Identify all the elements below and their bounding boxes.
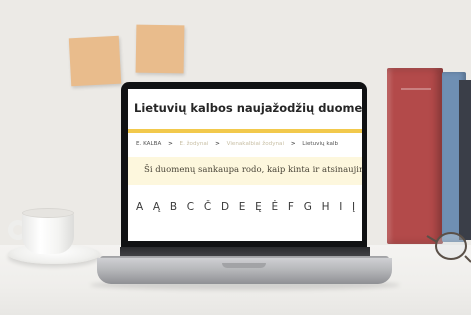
alphabet-letter-c-caron[interactable]: Č [204,201,211,213]
breadcrumb: E. KALBA > E. žodynai > Vienakalbiai žod… [136,141,338,147]
alphabet-letter-e[interactable]: E [239,201,246,213]
laptop-base [97,258,392,284]
alphabet-letter-g[interactable]: G [304,201,312,213]
page-title: Lietuvių kalbos naujažodžių duomenynas [134,101,362,115]
dark-book [459,80,471,240]
alphabet-letter-b[interactable]: B [170,201,177,213]
red-book [387,68,443,244]
alphabet-letter-i-ogonek[interactable]: Į [352,201,355,213]
alphabet-letter-e-ogonek[interactable]: Ę [255,201,262,213]
alphabet-letter-c[interactable]: C [187,201,194,213]
site-header: Lietuvių kalbos naujažodžių duomenynas [128,89,362,129]
eyeglasses-icon [426,232,471,263]
cup-rim [22,208,74,218]
alphabet-letter-f[interactable]: F [288,201,294,213]
breadcrumb-item-vienakalbiai-zodynai[interactable]: Vienakalbiai žodynai [227,141,284,147]
alphabet-index: A Ą B C Č D E Ę Ė F G H I Į Y J K L [136,201,362,213]
laptop-screen: Lietuvių kalbos naujažodžių duomenynas E… [128,89,362,241]
alphabet-letter-e-dot[interactable]: Ė [272,201,279,213]
breadcrumb-item-e-zodynai[interactable]: E. žodynai [180,141,209,147]
notice-text: Ši duomenų sankaupa rodo, kaip kinta ir … [144,165,362,175]
alphabet-letter-a-ogonek[interactable]: Ą [153,201,160,213]
breadcrumb-separator: > [215,141,220,147]
alphabet-letter-i[interactable]: I [339,201,342,213]
alphabet-letter-d[interactable]: D [221,201,229,213]
breadcrumb-separator: > [290,141,296,147]
sticky-note [68,35,122,87]
photo-scene: Lietuvių kalbos naujažodžių duomenynas E… [0,0,471,315]
alphabet-letter-h[interactable]: H [322,201,330,213]
alphabet-letter-a[interactable]: A [136,201,143,213]
coffee-cup [22,212,74,254]
breadcrumb-item-current: Lietuvių kalb [302,141,339,147]
laptop-notch [222,263,266,268]
header-accent-bar [128,129,362,133]
breadcrumb-separator: > [168,141,173,147]
sticky-note [135,24,185,74]
breadcrumb-item-e-kalba[interactable]: E. KALBA [136,141,161,147]
info-notice: Ši duomenų sankaupa rodo, kaip kinta ir … [128,157,362,185]
